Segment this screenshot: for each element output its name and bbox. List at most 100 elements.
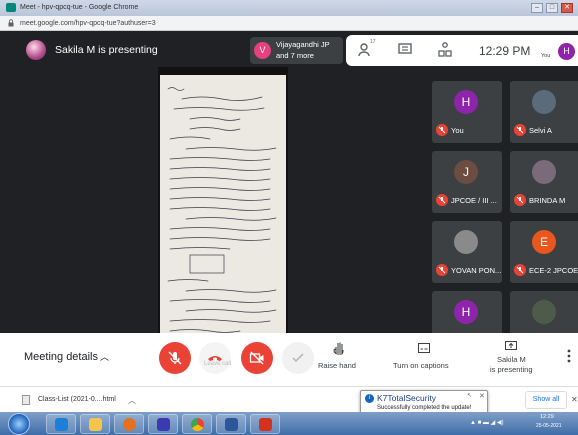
- taskbar-chrome[interactable]: [182, 414, 212, 434]
- mic-muted-icon: [436, 194, 448, 206]
- participants-chip[interactable]: V Vijayagandhi JP and 7 more: [250, 37, 343, 64]
- chrome-icon: [191, 418, 204, 431]
- mic-muted-icon: [436, 124, 448, 136]
- download-shelf: Class-List (2021-0....html ︿ Show all ✕: [0, 386, 578, 412]
- presenter-avatar: [26, 40, 46, 60]
- activities-icon[interactable]: [438, 42, 452, 58]
- meet-stage: Sakila M is presenting V Vijayagandhi JP…: [0, 31, 578, 365]
- browser-title-bar: Meet - hpv-qpcq-tue - Google Chrome – □ …: [0, 0, 578, 16]
- participant-avatar: [532, 90, 556, 114]
- taskbar-ie[interactable]: [46, 414, 76, 434]
- close-icon[interactable]: ✕: [479, 392, 485, 400]
- show-all-button[interactable]: Show all: [525, 391, 567, 409]
- participant-tile[interactable]: H You: [432, 81, 502, 143]
- participant-avatar: [532, 160, 556, 184]
- participant-avatar: [532, 300, 556, 324]
- participant-tile[interactable]: YOVAN PON...: [432, 221, 502, 283]
- clock: 12:29 PM: [479, 44, 531, 58]
- chip-name: Vijayagandhi JP: [276, 40, 330, 49]
- k7-shield-icon: i: [365, 394, 374, 403]
- more-options-icon[interactable]: [567, 349, 571, 363]
- file-icon: [22, 395, 30, 405]
- camera-off-icon: [249, 351, 264, 365]
- mic-off-icon: [168, 351, 182, 365]
- checkmark-overlay-button[interactable]: [282, 342, 314, 374]
- camera-toggle-button[interactable]: [241, 342, 273, 374]
- participant-tile[interactable]: E ECE-2 JPCOE: [510, 221, 578, 283]
- participant-tile[interactable]: Selvi A: [510, 81, 578, 143]
- start-button[interactable]: [8, 413, 30, 435]
- taskbar-explorer[interactable]: [80, 414, 110, 434]
- participant-name: JPCOE / III ...: [451, 196, 497, 205]
- lock-icon: [8, 19, 14, 27]
- tray-date: 25-05-2021: [536, 423, 562, 429]
- mic-muted-icon: [436, 264, 448, 276]
- check-icon: [292, 353, 304, 363]
- captions-label[interactable]: Turn on captions: [393, 361, 449, 370]
- notification-message: Successfully completed the update!: [377, 405, 472, 411]
- address-bar[interactable]: meet.google.com/hpv-qpcq-tue?authuser=3: [0, 16, 578, 31]
- participant-avatar: E: [532, 230, 556, 254]
- handwriting-scribble: [167, 87, 277, 333]
- self-avatar[interactable]: H: [558, 43, 575, 60]
- window-title: Meet - hpv-qpcq-tue - Google Chrome: [20, 4, 139, 11]
- taskbar-pdf[interactable]: [250, 414, 280, 434]
- raise-hand-icon[interactable]: [333, 341, 345, 355]
- chat-icon[interactable]: [398, 43, 412, 56]
- meeting-controls-bar: Meeting details ︿ Leave call Raise hand: [0, 333, 578, 386]
- participant-avatar: J: [454, 160, 478, 184]
- leave-call-button[interactable]: [199, 342, 231, 374]
- windows-taskbar: ▲ ■ ▬ ◢ ◀) 12:29 25-05-2021: [0, 412, 578, 435]
- microphone-toggle-button[interactable]: [159, 342, 191, 374]
- pdf-reader-icon: [259, 418, 272, 431]
- people-count: 17: [370, 39, 376, 45]
- raise-hand-label[interactable]: Raise hand: [318, 361, 356, 370]
- participant-avatar: [454, 230, 478, 254]
- minimize-button[interactable]: –: [531, 3, 543, 13]
- presenter-status-label: is presenting: [490, 365, 533, 374]
- you-label: You: [541, 53, 551, 59]
- meeting-details-button[interactable]: Meeting details: [24, 351, 98, 363]
- participant-name: Selvi A: [529, 126, 552, 135]
- presenter-name-label: Sakila M: [497, 355, 526, 364]
- participant-tile[interactable]: BRINDA M: [510, 151, 578, 213]
- chevron-up-icon[interactable]: ︿: [128, 395, 136, 406]
- participant-tile[interactable]: J JPCOE / III ...: [432, 151, 502, 213]
- ie-icon: [55, 418, 68, 431]
- meet-favicon-icon: [6, 3, 16, 12]
- participant-name: BRINDA M: [529, 196, 566, 205]
- media-player-icon: [157, 418, 170, 431]
- presenting-label: Sakila M is presenting: [55, 44, 158, 56]
- chip-avatar: V: [254, 42, 271, 59]
- close-icon[interactable]: ✕: [571, 395, 578, 404]
- participant-name: ECE-2 JPCOE: [529, 266, 578, 275]
- handwritten-notes-image: [160, 75, 286, 347]
- leave-call-label: Leave call: [204, 361, 232, 367]
- top-toolbar: 17 12:29 PM You H: [346, 35, 578, 66]
- taskbar-word[interactable]: [216, 414, 246, 434]
- mic-muted-icon: [514, 194, 526, 206]
- word-icon: [225, 418, 238, 431]
- pointer-icon: ↖: [467, 393, 473, 399]
- firefox-icon: [123, 418, 136, 431]
- tray-time: 12:29: [540, 414, 554, 420]
- download-item[interactable]: Class-List (2021-0....html: [38, 396, 116, 403]
- chevron-up-icon[interactable]: ︿: [100, 350, 109, 363]
- taskbar-media[interactable]: [148, 414, 178, 434]
- folder-icon: [89, 418, 102, 431]
- participant-avatar: H: [454, 90, 478, 114]
- shared-screen: ≡ ○ ◁: [158, 67, 288, 365]
- notification-title: K7TotalSecurity: [377, 393, 437, 403]
- participant-avatar: H: [454, 300, 478, 324]
- system-tray-icons[interactable]: ▲ ■ ▬ ◢ ◀): [470, 419, 503, 426]
- maximize-button[interactable]: □: [546, 3, 558, 13]
- url-text: meet.google.com/hpv-qpcq-tue?authuser=3: [20, 20, 156, 27]
- participant-name: YOVAN PON...: [451, 266, 502, 275]
- taskbar-firefox[interactable]: [114, 414, 144, 434]
- captions-icon[interactable]: [418, 343, 430, 353]
- close-window-button[interactable]: ✕: [561, 3, 573, 13]
- participant-name: You: [451, 126, 464, 135]
- present-screen-icon[interactable]: [505, 341, 517, 352]
- mic-muted-icon: [514, 264, 526, 276]
- mic-muted-icon: [514, 124, 526, 136]
